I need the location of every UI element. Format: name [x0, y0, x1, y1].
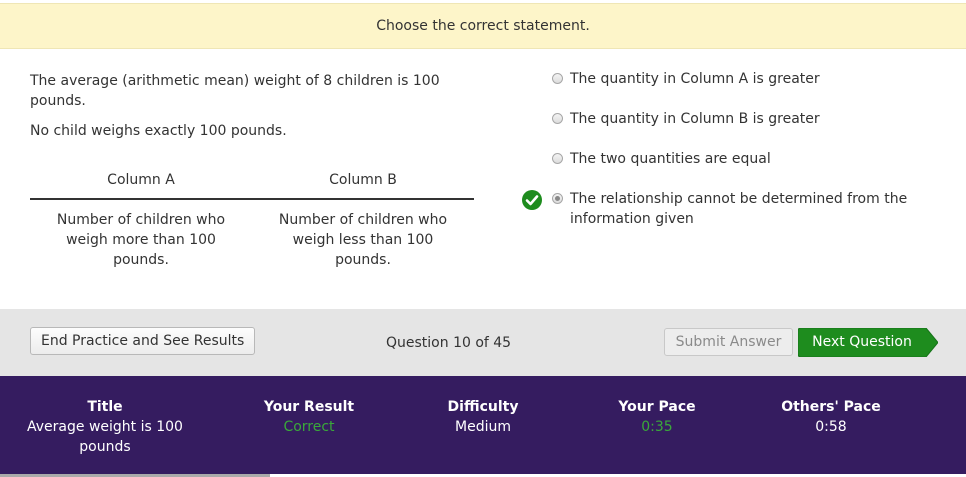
stat-label: Difficulty [447, 399, 519, 415]
stat-difficulty: Difficulty Medium [433, 397, 533, 437]
stat-your-pace: Your Pace 0:35 [607, 397, 707, 437]
question-stem: The average (arithmetic mean) weight of … [30, 71, 470, 151]
column-a-header: Column A [107, 172, 175, 188]
answer-option-c[interactable]: The two quantities are equal [520, 149, 940, 169]
radio-button[interactable] [552, 153, 563, 164]
radio-button-selected[interactable] [552, 193, 563, 204]
action-bar: End Practice and See Results Question 10… [0, 309, 966, 376]
radio-button[interactable] [552, 73, 563, 84]
stem-line-2: No child weighs exactly 100 pounds. [30, 123, 287, 139]
option-label: The quantity in Column A is greater [570, 71, 820, 87]
stat-value: Average weight is 100 pounds [27, 419, 183, 455]
stem-line-1: The average (arithmetic mean) weight of … [30, 73, 440, 109]
stats-footer: Title Average weight is 100 pounds Your … [0, 376, 966, 477]
option-label: The two quantities are equal [570, 151, 771, 167]
answer-option-b[interactable]: The quantity in Column B is greater [520, 109, 940, 129]
stat-value: Correct [283, 419, 335, 435]
answer-option-d[interactable]: The relationship cannot be determined fr… [520, 189, 940, 229]
end-practice-button[interactable]: End Practice and See Results [30, 327, 256, 355]
table-row: Number of children who weigh more than 1… [30, 200, 474, 270]
question-panel: The average (arithmetic mean) weight of … [0, 49, 966, 309]
answer-option-a[interactable]: The quantity in Column A is greater [520, 69, 940, 89]
stat-value: Medium [455, 419, 511, 435]
option-label: The relationship cannot be determined fr… [570, 191, 908, 227]
stat-title: Title Average weight is 100 pounds [22, 397, 188, 457]
stat-value: 0:58 [815, 419, 847, 435]
instruction-text: Choose the correct statement. [376, 18, 590, 34]
instruction-banner: Choose the correct statement. [0, 3, 966, 49]
answer-options: The quantity in Column A is greater The … [520, 69, 940, 249]
radio-button[interactable] [552, 113, 563, 124]
stat-label: Title [87, 399, 123, 415]
next-question-button[interactable]: Next Question [798, 328, 938, 357]
question-counter: Question 10 of 45 [386, 335, 512, 351]
next-question-label: Next Question [812, 334, 912, 350]
stat-label: Your Result [263, 399, 355, 415]
table-header-row: Column A Column B [30, 170, 474, 200]
correct-check-icon [522, 190, 542, 210]
column-b-header: Column B [329, 172, 397, 188]
quantity-comparison-table: Column A Column B Number of children who… [30, 170, 474, 270]
stat-label: Your Pace [618, 399, 696, 415]
stat-others-pace: Others' Pace 0:58 [771, 397, 891, 437]
stat-value: 0:35 [641, 419, 673, 435]
column-a-quantity: Number of children who weigh more than 1… [56, 212, 226, 268]
stat-label: Others' Pace [781, 399, 881, 415]
column-b-quantity: Number of children who weigh less than 1… [278, 212, 448, 268]
option-label: The quantity in Column B is greater [570, 111, 820, 127]
stat-your-result: Your Result Correct [254, 397, 364, 437]
submit-answer-button[interactable]: Submit Answer [664, 328, 793, 356]
